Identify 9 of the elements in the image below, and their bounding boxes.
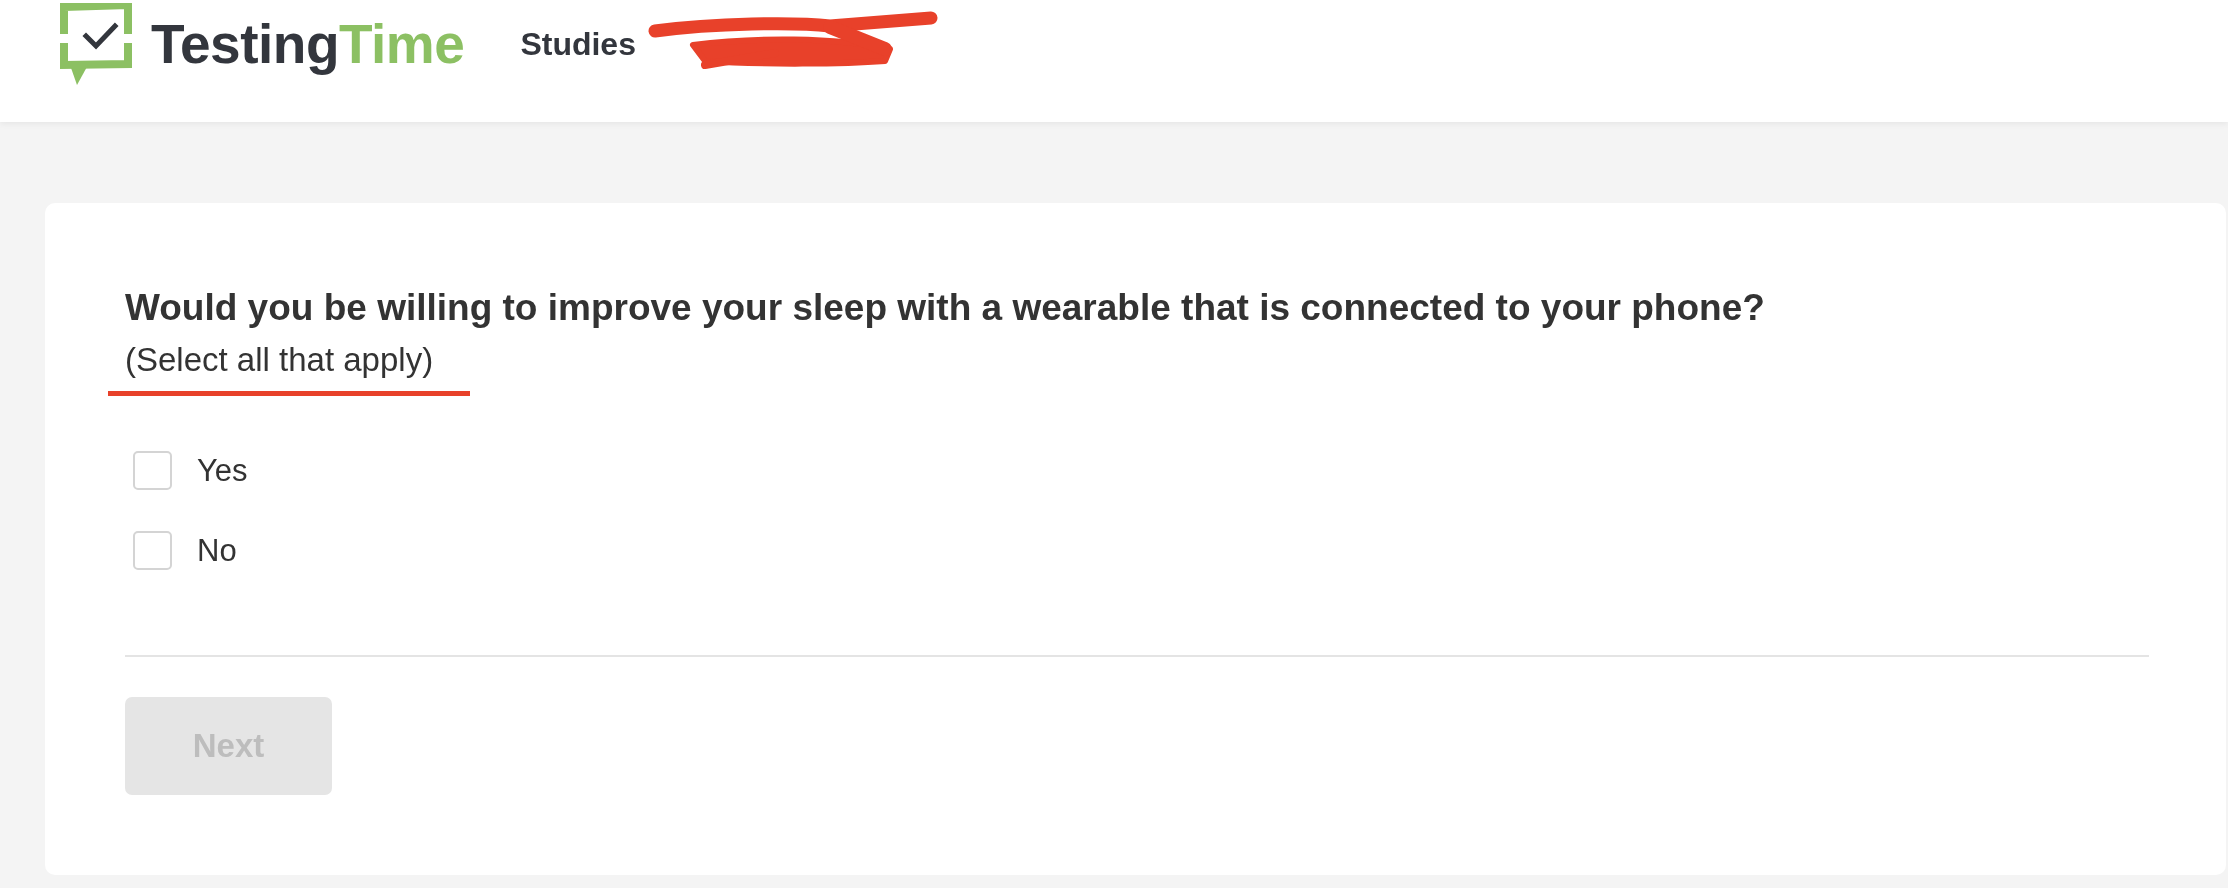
nav-link[interactable]: Studies bbox=[520, 25, 636, 63]
option-label[interactable]: Yes bbox=[197, 452, 248, 489]
logo-wordmark: TestingTime bbox=[151, 13, 465, 75]
checkbox[interactable] bbox=[133, 531, 172, 570]
question-text: Would you be willing to improve your sleep with a wearable that is connected to your phone? bbox=[125, 286, 1765, 330]
checkbox[interactable] bbox=[133, 451, 172, 490]
option-label[interactable]: No bbox=[197, 532, 237, 569]
question-hint: (Select all that apply) bbox=[125, 340, 434, 380]
logo-chat-check-icon bbox=[60, 2, 132, 86]
